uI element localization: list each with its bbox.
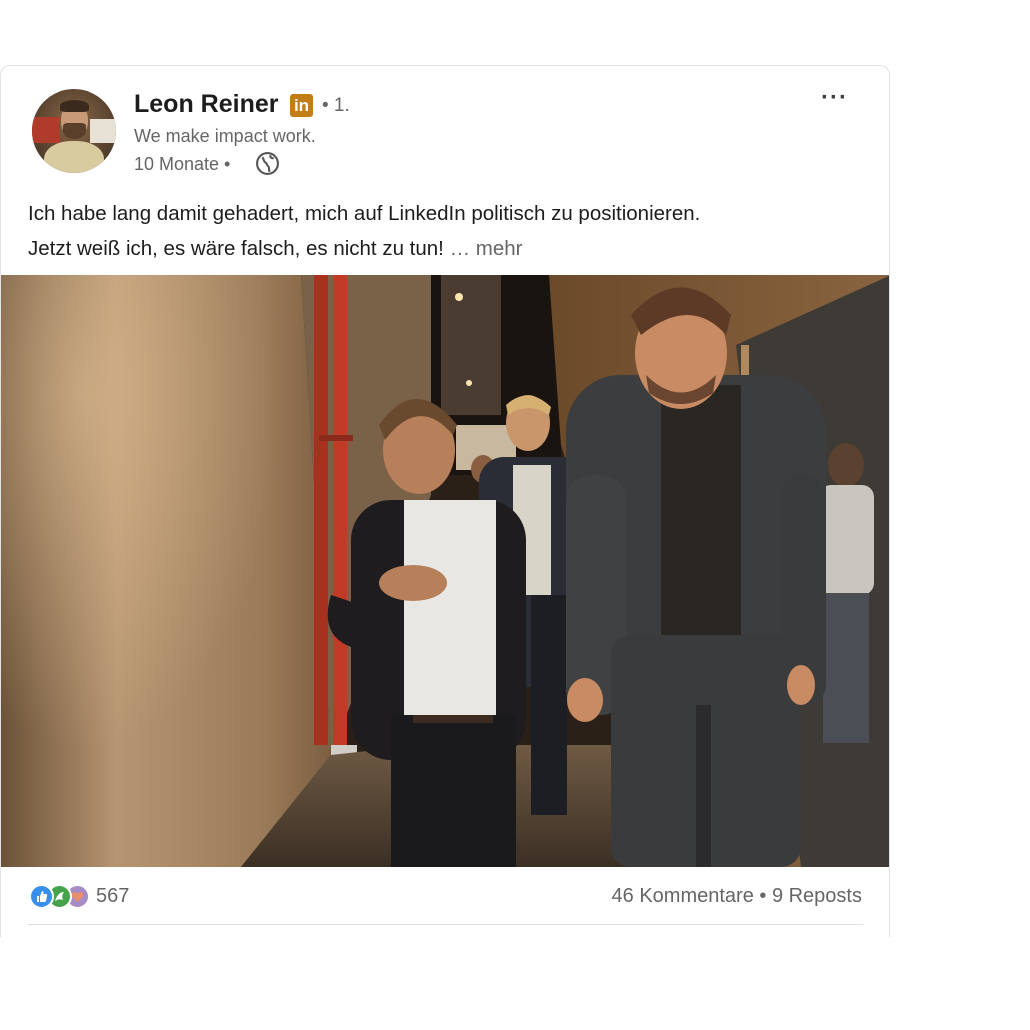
globe-icon — [256, 152, 279, 175]
post-text: Ich habe lang damit gehadert, mich auf L… — [28, 196, 868, 266]
social-counts: 567 46 Kommentare • 9 Reposts — [1, 867, 889, 937]
post-card: Leon Reiner in • 1. We make impact work.… — [0, 65, 890, 937]
engagement-stats: 46 Kommentare • 9 Reposts — [612, 885, 862, 908]
stats-separator: • — [753, 885, 772, 907]
post-time: 10 Monate • — [134, 154, 231, 174]
see-more-link[interactable]: … mehr — [450, 237, 523, 260]
author-name[interactable]: Leon Reiner — [134, 90, 278, 119]
more-options-button[interactable]: ··· — [821, 84, 848, 112]
post-text-line: Jetzt weiß ich, es wäre falsch, es nicht… — [28, 237, 444, 260]
reaction-count: 567 — [96, 884, 130, 907]
like-icon — [29, 883, 54, 909]
post-text-line: Ich habe lang damit gehadert, mich auf L… — [28, 202, 701, 225]
reposts-count-link[interactable]: 9 Reposts — [772, 885, 862, 907]
linkedin-premium-icon: in — [290, 94, 313, 117]
author-headline: We make impact work. — [134, 126, 316, 146]
author-avatar[interactable] — [32, 89, 116, 173]
connection-degree: • 1. — [322, 95, 350, 116]
comments-count-link[interactable]: 46 Kommentare — [612, 885, 754, 907]
post-image[interactable] — [1, 275, 890, 867]
reactions-summary[interactable]: 567 — [29, 883, 129, 909]
divider — [28, 924, 863, 925]
